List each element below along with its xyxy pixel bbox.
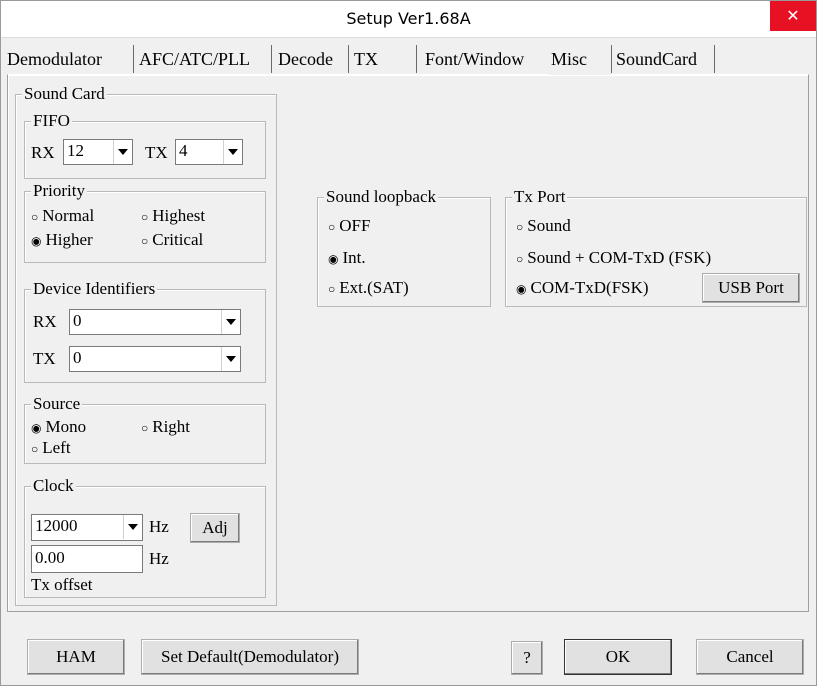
txport-sound-radio[interactable]: ○ Sound bbox=[516, 216, 571, 236]
clock-label: Clock bbox=[31, 476, 76, 496]
priority-group: Priority ○ Normal ○ Highest ◉ Higher ○ Criti… bbox=[24, 181, 266, 263]
help-button[interactable]: ? bbox=[511, 641, 543, 675]
setup-window: Setup Ver1.68A ✕ Demodulator AFC/ATC/PLL… bbox=[0, 0, 817, 686]
device-rx-label: RX bbox=[33, 312, 57, 331]
title-bar[interactable]: Setup Ver1.68A ✕ bbox=[1, 1, 816, 38]
tx-port-label: Tx Port bbox=[512, 187, 568, 207]
tab-demodulator[interactable]: Demodulator bbox=[7, 45, 134, 73]
radio-off-icon: ○ bbox=[328, 220, 336, 234]
fifo-group: FIFO RX 12 TX 4 bbox=[24, 111, 266, 179]
ok-button[interactable]: OK bbox=[564, 639, 672, 675]
fifo-rx-value: 12 bbox=[67, 141, 84, 160]
device-tx-value: 0 bbox=[73, 348, 82, 367]
usb-port-button[interactable]: USB Port bbox=[702, 273, 800, 303]
clock-hz-label: Hz bbox=[149, 517, 169, 536]
radio-on-icon: ◉ bbox=[328, 252, 339, 266]
chevron-down-icon[interactable] bbox=[221, 347, 240, 371]
set-default-button[interactable]: Set Default(Demodulator) bbox=[141, 639, 359, 675]
loopback-ext-radio[interactable]: ○ Ext.(SAT) bbox=[328, 278, 409, 298]
priority-critical-radio[interactable]: ○ Critical bbox=[141, 230, 203, 250]
radio-off-icon: ○ bbox=[328, 282, 336, 296]
tab-soundcard[interactable]: SoundCard bbox=[611, 45, 715, 73]
txport-sound-label: Sound bbox=[527, 216, 571, 235]
fifo-tx-label: TX bbox=[145, 143, 168, 162]
clock-value: 12000 bbox=[35, 516, 78, 535]
priority-higher-label: Higher bbox=[45, 230, 93, 249]
chevron-down-icon[interactable] bbox=[113, 140, 132, 164]
priority-highest-radio[interactable]: ○ Highest bbox=[141, 206, 205, 226]
fifo-tx-value: 4 bbox=[179, 141, 188, 160]
device-tx-select[interactable]: 0 bbox=[69, 346, 241, 372]
clock-select[interactable]: 12000 bbox=[31, 514, 143, 541]
adj-button[interactable]: Adj bbox=[190, 513, 240, 543]
tab-decode[interactable]: Decode bbox=[278, 45, 349, 73]
radio-on-icon: ◉ bbox=[516, 282, 527, 296]
source-mono-radio[interactable]: ◉ Mono bbox=[31, 417, 86, 437]
loopback-int-label: Int. bbox=[342, 248, 366, 267]
tx-offset-hz-label: Hz bbox=[149, 549, 169, 568]
fifo-label: FIFO bbox=[31, 111, 72, 131]
source-right-radio[interactable]: ○ Right bbox=[141, 417, 190, 437]
txport-sound-com-radio[interactable]: ○ Sound + COM-TxD (FSK) bbox=[516, 248, 711, 268]
loopback-int-radio[interactable]: ◉ Int. bbox=[328, 248, 366, 268]
chevron-down-icon[interactable] bbox=[223, 140, 242, 164]
tab-tx[interactable]: TX bbox=[354, 45, 417, 73]
close-icon[interactable]: ✕ bbox=[770, 1, 816, 31]
priority-higher-radio[interactable]: ◉ Higher bbox=[31, 230, 93, 250]
clock-group: Clock 12000 Hz Adj 0.00 Hz Tx offset bbox=[24, 476, 266, 598]
tab-afc-atc-pll[interactable]: AFC/ATC/PLL bbox=[139, 45, 272, 73]
loopback-off-radio[interactable]: ○ OFF bbox=[328, 216, 370, 236]
sound-card-group: Sound Card FIFO RX 12 TX 4 Priority ○ Nor… bbox=[15, 84, 277, 606]
radio-off-icon: ○ bbox=[516, 220, 524, 234]
priority-critical-label: Critical bbox=[152, 230, 204, 249]
device-rx-value: 0 bbox=[73, 311, 82, 330]
source-mono-label: Mono bbox=[45, 417, 87, 436]
priority-normal-radio[interactable]: ○ Normal bbox=[31, 206, 94, 226]
ham-button[interactable]: HAM bbox=[27, 639, 125, 675]
loopback-off-label: OFF bbox=[339, 216, 371, 235]
source-left-radio[interactable]: ○ Left bbox=[31, 438, 71, 458]
priority-normal-label: Normal bbox=[42, 206, 95, 225]
sound-card-label: Sound Card bbox=[22, 84, 107, 104]
radio-on-icon: ◉ bbox=[31, 421, 42, 435]
misc-page: Sound Card FIFO RX 12 TX 4 Priority ○ Nor… bbox=[7, 74, 809, 612]
cancel-button[interactable]: Cancel bbox=[696, 639, 804, 675]
tab-misc[interactable]: Misc bbox=[549, 43, 611, 75]
fifo-rx-label: RX bbox=[31, 143, 55, 162]
tx-offset-input[interactable]: 0.00 bbox=[31, 545, 143, 573]
txport-sound-com-label: Sound + COM-TxD (FSK) bbox=[527, 248, 712, 267]
sound-loopback-label: Sound loopback bbox=[324, 187, 439, 207]
tx-offset-label: Tx offset bbox=[31, 575, 93, 594]
txport-com-label: COM-TxD(FSK) bbox=[530, 278, 649, 297]
device-tx-label: TX bbox=[33, 349, 56, 368]
sound-loopback-group: Sound loopback ○ OFF ◉ Int. ○ Ext.(SAT) bbox=[317, 187, 491, 307]
chevron-down-icon[interactable] bbox=[123, 515, 142, 539]
tx-port-group: Tx Port ○ Sound ○ Sound + COM-TxD (FSK) ◉ C… bbox=[505, 187, 807, 307]
chevron-down-icon[interactable] bbox=[221, 310, 240, 334]
txport-com-radio[interactable]: ◉ COM-TxD(FSK) bbox=[516, 278, 649, 298]
device-rx-select[interactable]: 0 bbox=[69, 309, 241, 335]
radio-off-icon: ○ bbox=[31, 442, 39, 456]
radio-off-icon: ○ bbox=[141, 210, 149, 224]
tx-offset-value: 0.00 bbox=[35, 548, 65, 567]
tab-font-window[interactable]: Font/Window bbox=[425, 45, 549, 73]
window-title: Setup Ver1.68A bbox=[346, 9, 471, 28]
radio-off-icon: ○ bbox=[141, 421, 149, 435]
radio-off-icon: ○ bbox=[141, 234, 149, 248]
device-identifiers-group: Device Identifiers RX 0 TX 0 bbox=[24, 279, 266, 383]
priority-label: Priority bbox=[31, 181, 87, 201]
priority-highest-label: Highest bbox=[152, 206, 206, 225]
source-right-label: Right bbox=[152, 417, 191, 436]
fifo-rx-select[interactable]: 12 bbox=[63, 139, 133, 165]
radio-off-icon: ○ bbox=[31, 210, 39, 224]
radio-off-icon: ○ bbox=[516, 252, 524, 266]
radio-on-icon: ◉ bbox=[31, 234, 42, 248]
fifo-tx-select[interactable]: 4 bbox=[175, 139, 243, 165]
source-left-label: Left bbox=[42, 438, 71, 457]
source-group: Source ◉ Mono ○ Right ○ Left bbox=[24, 394, 266, 464]
device-identifiers-label: Device Identifiers bbox=[31, 279, 158, 299]
loopback-ext-label: Ext.(SAT) bbox=[339, 278, 409, 297]
source-label: Source bbox=[31, 394, 83, 414]
